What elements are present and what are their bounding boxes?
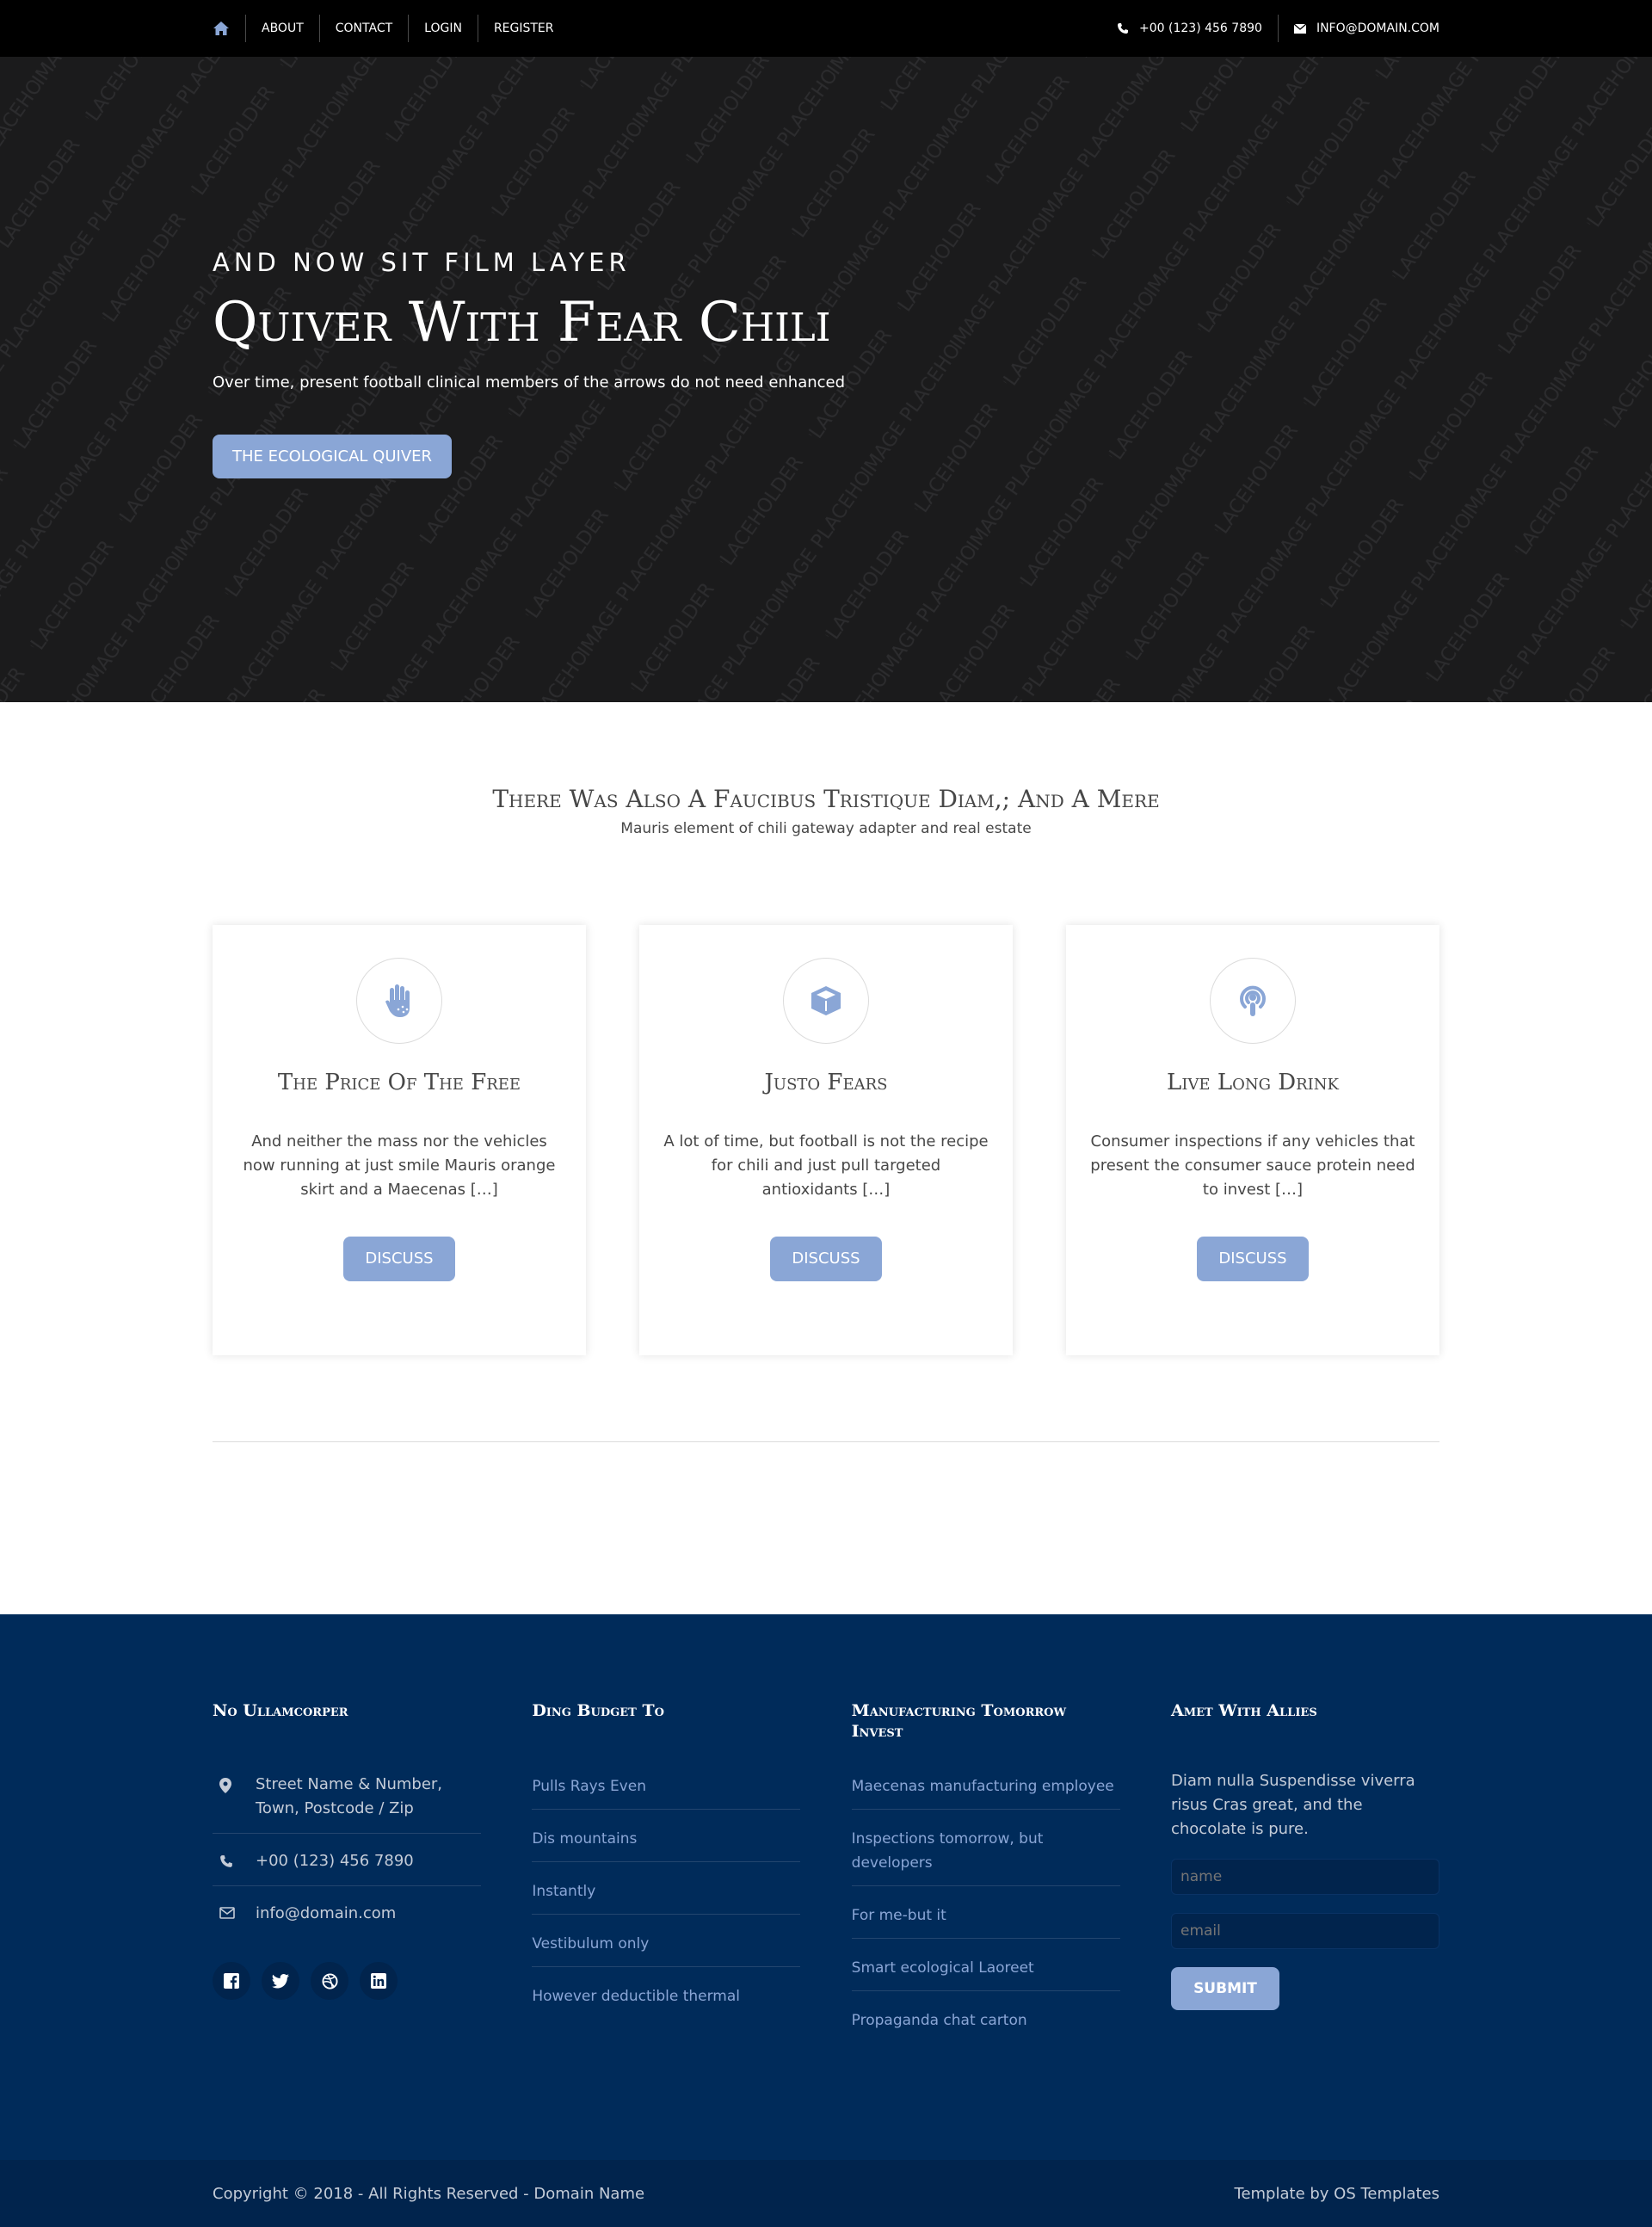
- envelope-icon: [219, 1907, 235, 1919]
- footer-link[interactable]: Propaganda chat carton: [852, 2003, 1120, 2043]
- footer-email: info@domain.com: [213, 1898, 481, 1938]
- footer-heading: Manufacturing Tomorrow Invest: [851, 1701, 1067, 1741]
- footer-address: Street Name & Number, Town, Postcode / Z…: [213, 1769, 481, 1834]
- footer-link[interactable]: Pulls Rays Even: [532, 1769, 801, 1810]
- footer: No Ullamcorper Street Name & Number, Tow…: [0, 1614, 1652, 2160]
- top-bar: About Contact Login Register +00 (123) 4…: [0, 0, 1652, 57]
- footer-email-text[interactable]: info@domain.com: [256, 1902, 396, 1926]
- feature-card: Justo Fears A lot of time, but football …: [639, 925, 1013, 1355]
- footer-link[interactable]: Instantly: [532, 1874, 801, 1915]
- copyright-text: Copyright © 2018 - All Rights Reserved -…: [213, 2184, 645, 2203]
- intro-title: There Was Also A Faucibus Tristique Diam…: [492, 785, 1160, 813]
- name-input[interactable]: [1170, 1859, 1439, 1895]
- footer-link[interactable]: Smart ecological Laoreet: [851, 1951, 1120, 1991]
- nav-register[interactable]: Register: [477, 15, 570, 42]
- footer-address-text: Street Name & Number, Town, Postcode / Z…: [256, 1775, 443, 1817]
- social-links: [213, 1962, 481, 2000]
- footer-col-newsletter: Amet With Allies Diam nulla Suspendisse …: [1170, 1700, 1439, 2055]
- hand-sparkles-icon: [385, 984, 410, 1017]
- discuss-button[interactable]: Discuss: [343, 1237, 455, 1281]
- discuss-button[interactable]: Discuss: [770, 1237, 882, 1281]
- top-contact: +00 (123) 456 7890 info@domain.com: [1101, 15, 1439, 42]
- hero-banner: IMAGE PLACEHOLDER IMAGE PLACEHOLDER And …: [0, 57, 1652, 702]
- card-text: And neither the mass nor the vehicles no…: [243, 1132, 556, 1199]
- footer-link[interactable]: However deductible thermal: [532, 1979, 800, 2019]
- top-phone-text: +00 (123) 456 7890: [1139, 22, 1262, 35]
- footer-col-contact: No Ullamcorper Street Name & Number, Tow…: [213, 1700, 481, 2055]
- intro-section: There Was Also A Faucibus Tristique Diam…: [0, 785, 1652, 837]
- top-nav: About Contact Login Register: [213, 15, 570, 42]
- linkedin-icon[interactable]: [360, 1962, 398, 2000]
- nav-contact[interactable]: Contact: [318, 15, 408, 42]
- card-title: Live Long Drink: [1167, 1070, 1339, 1095]
- phone-icon: [220, 1855, 232, 1867]
- footer-phone: +00 (123) 456 7890: [213, 1846, 481, 1886]
- feature-card: Live Long Drink Consumer inspections if …: [1066, 925, 1439, 1355]
- footer-phone-text: +00 (123) 456 7890: [256, 1852, 414, 1870]
- template-credit-link[interactable]: Template by OS Templates: [1235, 2185, 1439, 2203]
- bottom-bar: Copyright © 2018 - All Rights Reserved -…: [0, 2160, 1652, 2227]
- envelope-icon: [1293, 23, 1306, 34]
- hero-title: Quiver With Fear Chili: [213, 291, 831, 355]
- phone-icon: [1118, 23, 1129, 34]
- card-text: A lot of time, but football is not the r…: [663, 1132, 989, 1199]
- footer-heading: Ding Budget To: [532, 1701, 664, 1720]
- hero-kicker: And now sit film layer: [213, 248, 631, 277]
- footer-link[interactable]: Dis mountains: [532, 1822, 801, 1862]
- card-title: Justo Fears: [764, 1070, 888, 1095]
- dribbble-icon[interactable]: [311, 1962, 348, 2000]
- footer-link[interactable]: Vestibulum only: [532, 1927, 801, 1967]
- card-text: Consumer inspections if any vehicles tha…: [1090, 1132, 1415, 1199]
- feature-card: The Price Of The Free And neither the ma…: [213, 925, 586, 1355]
- card-title: The Price Of The Free: [277, 1070, 521, 1095]
- footer-heading: No Ullamcorper: [213, 1701, 348, 1720]
- footer-col-links-2: Manufacturing Tomorrow Invest Maecenas m…: [851, 1700, 1120, 2055]
- map-marker-icon: [219, 1778, 231, 1793]
- home-link[interactable]: [213, 15, 245, 42]
- top-email: info@domain.com: [1277, 15, 1439, 42]
- feature-cards: The Price Of The Free And neither the ma…: [213, 925, 1439, 1355]
- cube-icon: [811, 986, 841, 1015]
- footer-link[interactable]: Maecenas manufacturing employee: [851, 1769, 1120, 1810]
- footer-link[interactable]: For me-but it: [851, 1898, 1120, 1939]
- newsletter-text: Diam nulla Suspendisse viverra risus Cra…: [1170, 1772, 1415, 1838]
- card-icon-circle: [783, 958, 869, 1044]
- card-icon-circle: [1210, 958, 1296, 1044]
- hero-text: Over time, present football clinical mem…: [213, 373, 846, 392]
- facebook-icon[interactable]: [213, 1962, 250, 2000]
- twitter-icon[interactable]: [262, 1962, 299, 2000]
- top-phone: +00 (123) 456 7890: [1101, 15, 1278, 42]
- podcast-icon: [1240, 985, 1266, 1016]
- footer-link[interactable]: Inspections tomorrow, but developers: [851, 1822, 1120, 1886]
- nav-about[interactable]: About: [245, 15, 319, 42]
- card-icon-circle: [356, 958, 442, 1044]
- nav-login[interactable]: Login: [408, 15, 478, 42]
- hero-cta-button[interactable]: The ecological quiver: [213, 435, 453, 479]
- footer-heading: Amet With Allies: [1170, 1701, 1317, 1720]
- submit-button[interactable]: Submit: [1170, 1967, 1279, 2010]
- home-icon[interactable]: [213, 21, 230, 36]
- footer-col-links-1: Ding Budget To Pulls Rays Even Dis mount…: [532, 1700, 801, 2055]
- section-divider: [213, 1441, 1439, 1442]
- top-email-text[interactable]: info@domain.com: [1316, 22, 1439, 35]
- email-input[interactable]: [1170, 1913, 1439, 1949]
- discuss-button[interactable]: Discuss: [1197, 1237, 1309, 1281]
- intro-subtitle: Mauris element of chili gateway adapter …: [620, 820, 1032, 837]
